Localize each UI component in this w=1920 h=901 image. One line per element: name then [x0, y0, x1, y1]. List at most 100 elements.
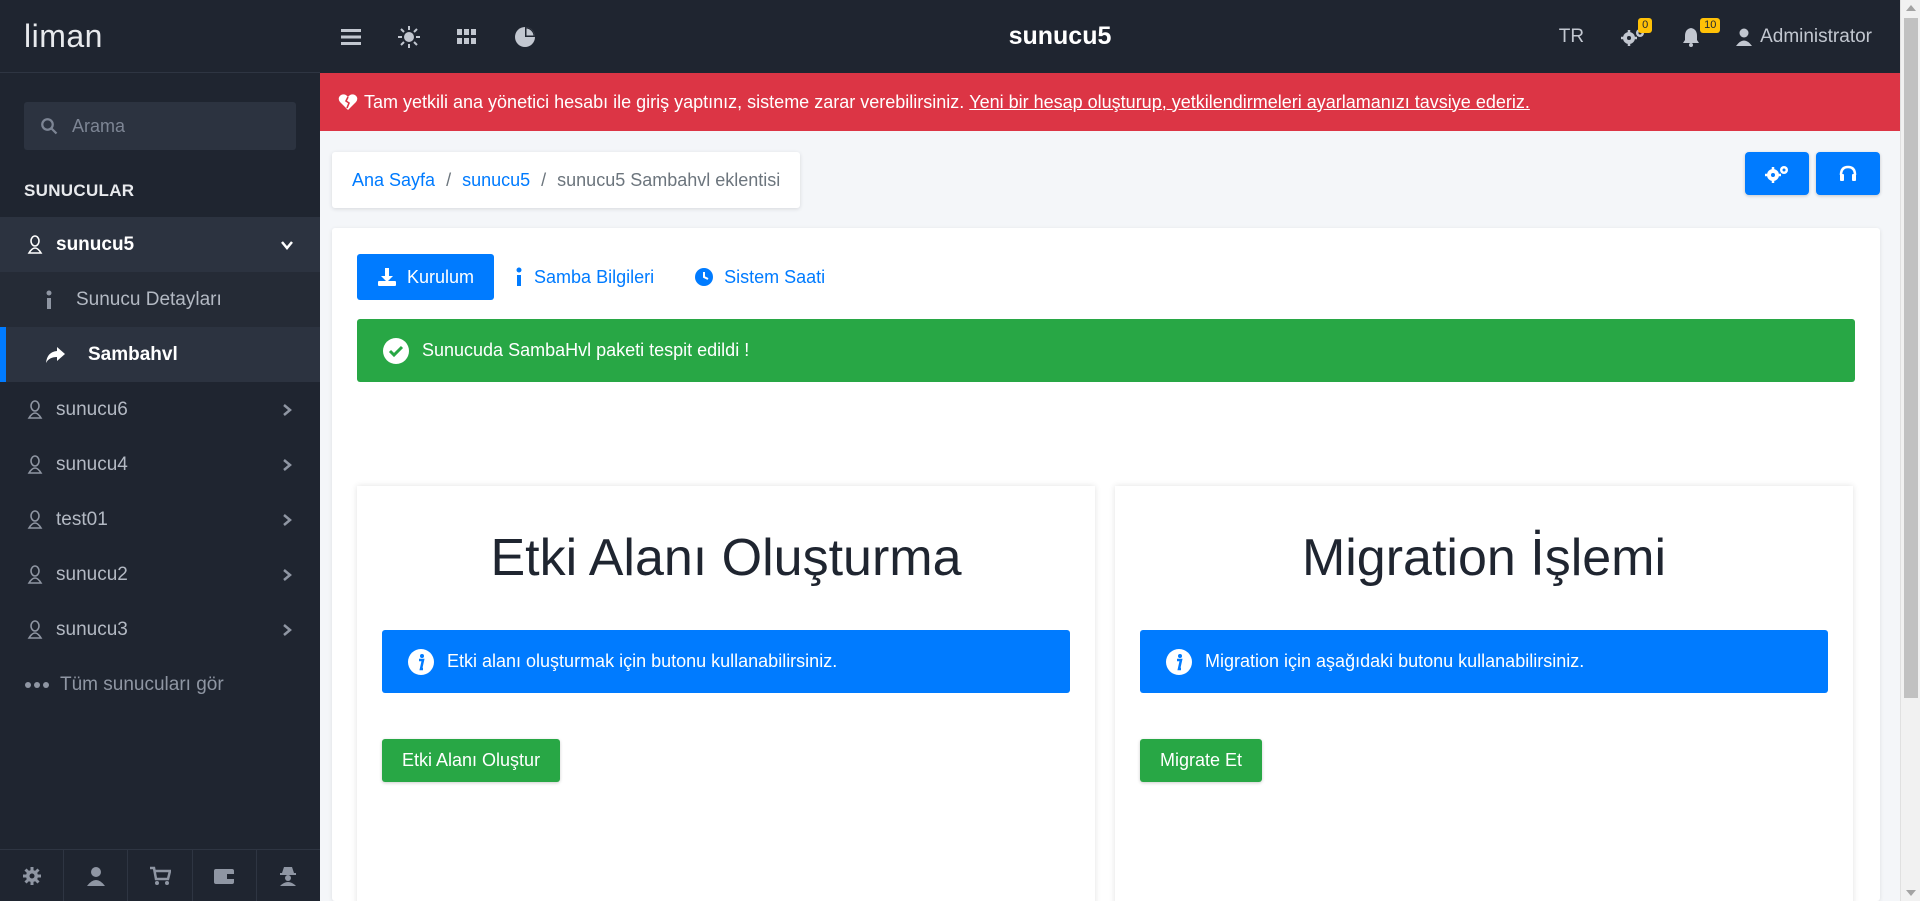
gears-icon [1765, 165, 1788, 183]
bell-icon [1683, 27, 1700, 47]
sidebar-item-sunucu2[interactable]: sunucu2 [0, 547, 320, 602]
sidebar-item-sunucu4[interactable]: sunucu4 [0, 437, 320, 492]
breadcrumb-separator: / [541, 169, 547, 190]
check-circle-icon [383, 337, 409, 364]
tab-label: Samba Bilgileri [534, 266, 655, 287]
domain-create-panel: Etki Alanı Oluşturma Etki alanı oluşturm… [357, 486, 1095, 901]
tab-samba-bilgileri[interactable]: Samba Bilgileri [494, 254, 674, 300]
info-circle-icon [408, 648, 434, 675]
chevron-right-icon [283, 458, 292, 471]
linux-icon [27, 619, 43, 639]
success-text: Sunucuda SambaHvl paketi tespit edildi ! [422, 340, 750, 360]
search-input[interactable] [72, 115, 272, 137]
brand[interactable]: liman [0, 0, 320, 73]
user-icon [1736, 28, 1753, 46]
breadcrumb-separator: / [446, 169, 452, 190]
user-secret-icon [280, 866, 297, 886]
ellipsis-icon [25, 681, 49, 688]
server-menu: sunucu5 Sunucu Detayları Sambahvl sunucu… [0, 217, 320, 712]
headset-icon [1839, 165, 1857, 181]
breadcrumb-server[interactable]: sunucu5 [462, 170, 530, 191]
page-title: sunucu5 [1008, 22, 1112, 50]
page-scrollbar[interactable] [1900, 0, 1920, 901]
grid-icon [457, 28, 476, 44]
tasks-button[interactable]: 0 [1620, 17, 1653, 47]
sidebar-item-label: test01 [56, 508, 108, 530]
notifications-button[interactable]: 10 [1682, 17, 1721, 47]
share-arrow-icon [46, 346, 65, 363]
sidebar-item-label: sunucu4 [56, 453, 128, 475]
brand-logo[interactable]: liman [24, 18, 103, 55]
sidebar-item-sunucu6[interactable]: sunucu6 [0, 382, 320, 437]
support-button[interactable] [1816, 152, 1880, 195]
search-icon [41, 118, 58, 135]
tab-label: Kurulum [407, 266, 475, 287]
user-name: Administrator [1760, 25, 1872, 47]
search-box[interactable] [24, 102, 296, 150]
sidebar-item-test01[interactable]: test01 [0, 492, 320, 547]
package-detected-alert: Sunucuda SambaHvl paketi tespit edildi ! [357, 319, 1855, 382]
tab-sistem-saati[interactable]: Sistem Saati [674, 254, 845, 300]
breadcrumb-current: sunucu5 Sambahvl eklentisi [557, 169, 781, 190]
tab-label: Sistem Saati [724, 266, 826, 287]
secret-footer-button[interactable] [257, 850, 320, 901]
user-icon [86, 866, 105, 886]
scroll-up-arrow[interactable] [1906, 5, 1916, 11]
info-text: Migration için aşağıdaki butonu kullanab… [1205, 651, 1585, 671]
sidebar-item-label: sunucu3 [56, 618, 128, 640]
migrate-button[interactable]: Migrate Et [1140, 739, 1263, 782]
linux-icon [27, 234, 43, 254]
pie-chart-icon [515, 26, 535, 47]
chevron-right-icon [283, 568, 292, 581]
user-menu[interactable]: Administrator [1736, 26, 1872, 48]
info-icon [516, 267, 522, 286]
sidebar-item-label: Sunucu Detayları [76, 288, 222, 310]
sidebar-item-label: sunucu5 [56, 233, 135, 255]
sun-icon [398, 25, 420, 48]
hamburger-icon [341, 28, 361, 45]
tab-kurulum[interactable]: Kurulum [357, 254, 495, 300]
sidebar-footer [0, 849, 320, 901]
extension-actions [1738, 152, 1880, 195]
menu-toggle-button[interactable] [322, 0, 380, 73]
notifications-badge: 10 [1700, 17, 1721, 33]
theme-toggle-button[interactable] [380, 0, 438, 73]
linux-icon [27, 399, 43, 419]
stats-button[interactable] [496, 0, 554, 73]
settings-footer-button[interactable] [0, 850, 65, 901]
extension-settings-button[interactable] [1745, 152, 1809, 195]
section-title: SUNUCULAR [24, 181, 135, 200]
see-all-label: Tüm sunucuları gör [60, 673, 224, 695]
clock-icon [695, 268, 714, 286]
sidebar-item-label: sunucu2 [56, 563, 128, 585]
scroll-down-arrow[interactable] [1906, 890, 1916, 896]
info-circle-icon [1166, 648, 1192, 675]
sidebar-item-sunucu-detaylari[interactable]: Sunucu Detayları [0, 272, 320, 327]
market-footer-button[interactable] [128, 850, 193, 901]
chevron-right-icon [283, 623, 292, 636]
chevron-down-icon [281, 240, 293, 250]
sidebar-item-sunucu3[interactable]: sunucu3 [0, 602, 320, 657]
scroll-thumb[interactable] [1904, 18, 1918, 698]
panel-title: Etki Alanı Oluşturma [490, 529, 962, 587]
breadcrumb-home[interactable]: Ana Sayfa [352, 170, 435, 191]
sidebar-item-sambahvl[interactable]: Sambahvl [0, 327, 320, 382]
linux-icon [27, 509, 43, 529]
wallet-footer-button[interactable] [193, 850, 257, 901]
gear-icon [22, 866, 41, 885]
breadcrumb: Ana Sayfa / sunucu5 / sunucu5 Sambahvl e… [332, 152, 801, 208]
create-domain-button[interactable]: Etki Alanı Oluştur [382, 739, 561, 782]
topbar: sunucu5 TR 0 10 Administrator [320, 0, 1900, 73]
apps-button[interactable] [438, 0, 496, 73]
see-all-servers-link[interactable]: Tüm sunucuları gör [0, 657, 320, 712]
sidebar-item-label: Sambahvl [88, 343, 178, 365]
create-account-link[interactable]: Yeni bir hesap oluşturup, yetkilendirmel… [969, 92, 1530, 113]
admin-warning-alert: Tam yetkili ana yönetici hesabı ile giri… [320, 73, 1900, 131]
language-switch[interactable]: TR [1559, 26, 1584, 48]
profile-footer-button[interactable] [64, 850, 129, 901]
sidebar-item-label: sunucu6 [56, 398, 128, 420]
download-icon [378, 268, 396, 286]
sidebar-item-sunucu5[interactable]: sunucu5 [0, 217, 320, 272]
chevron-right-icon [283, 403, 292, 416]
broken-heart-icon [338, 94, 358, 110]
